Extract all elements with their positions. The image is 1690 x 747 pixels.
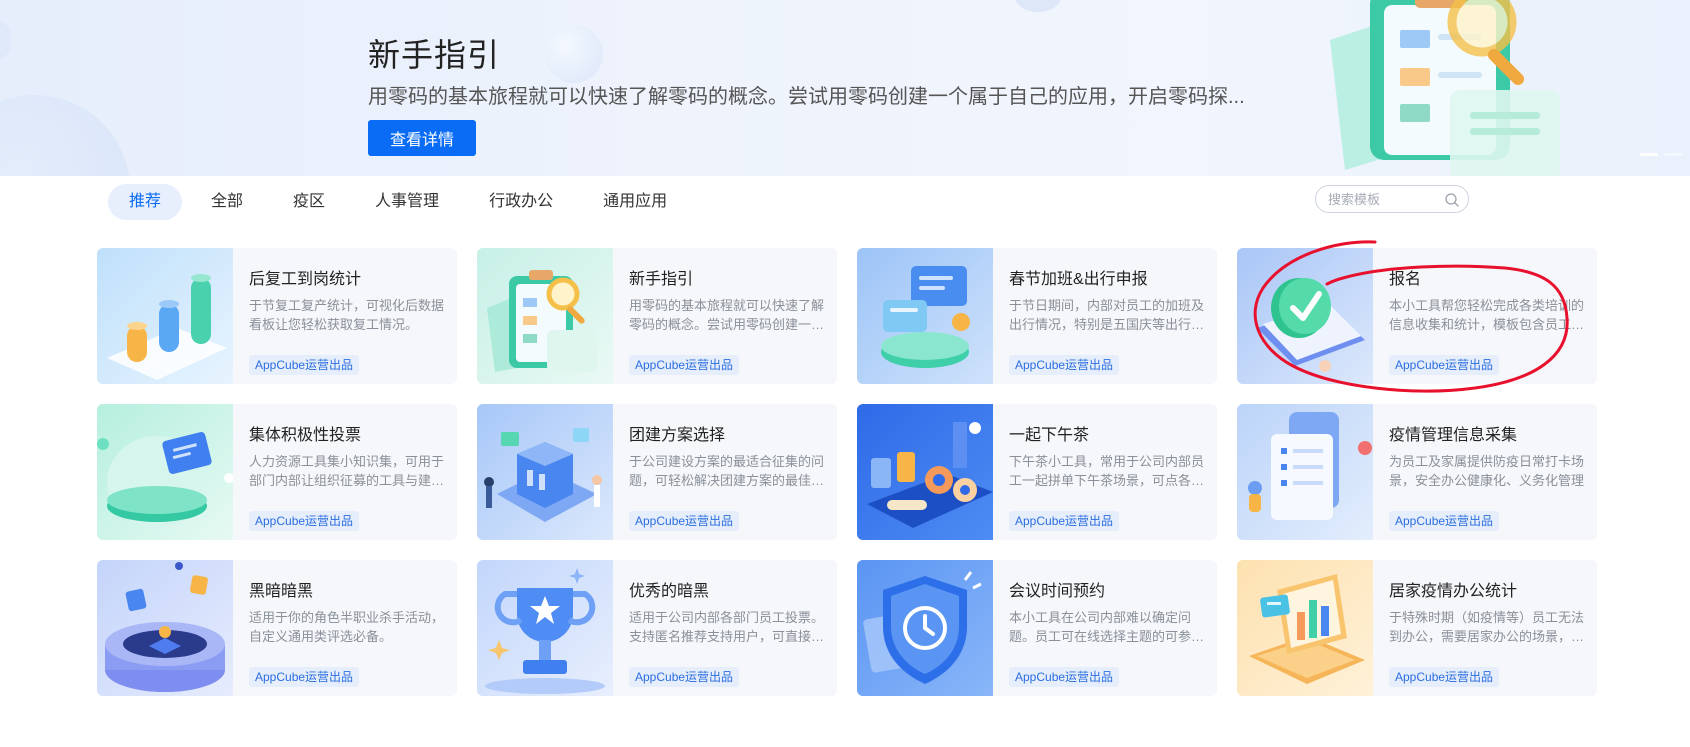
- template-card[interactable]: 报名 本小工具帮您轻松完成各类培训的信息收集和统计，模板包含员工信息 AppCu…: [1237, 248, 1597, 384]
- template-card[interactable]: 优秀的暗黑 适用于公司内部各部门员工投票。支持匿名推荐支持用户，可直接发起 Ap…: [477, 560, 837, 696]
- chat-bubbles-icon: [857, 248, 993, 384]
- card-description: 为员工及家属提供防疫日常打卡场景，安全办公健康化、义务化管理: [1389, 454, 1585, 488]
- view-details-button[interactable]: 查看详情: [368, 120, 476, 156]
- card-title: 优秀的暗黑: [629, 583, 710, 600]
- clipboard-magnifier-icon: [477, 248, 613, 384]
- category-tabs: 推荐 全部 疫区 人事管理 行政办公 通用应用: [108, 184, 688, 220]
- decorative-bubble: [0, 20, 12, 60]
- decorative-bubble: [0, 95, 130, 176]
- publisher-tag: AppCube运营出品: [629, 511, 740, 531]
- card-description: 人力资源工具集小知识集，可用于部门内部让组织征募的工具与建议收集: [249, 454, 445, 488]
- health-report-icon: [1237, 404, 1373, 540]
- shield-clock-icon: [857, 560, 993, 696]
- template-card[interactable]: 团建方案选择 于公司建设方案的最适合征集的问题，可轻松解决团建方案的最佳选择 A…: [477, 404, 837, 540]
- tab-general-apps[interactable]: 通用应用: [582, 184, 688, 220]
- card-title: 居家疫情办公统计: [1389, 583, 1518, 600]
- card-title: 黑暗暗黑: [249, 583, 314, 600]
- publisher-tag: AppCube运营出品: [1009, 511, 1120, 531]
- bar-chart-icon: [97, 248, 233, 384]
- hero-banner: 新手指引 用零码的基本旅程就可以快速了解零码的概念。尝试用零码创建一个属于自己的…: [0, 0, 1690, 176]
- publisher-tag: AppCube运营出品: [1009, 667, 1120, 687]
- tab-all[interactable]: 全部: [190, 184, 264, 220]
- template-card[interactable]: 后复工到岗统计 于节复工复产统计，可视化后数据看板让您轻松获取复工情况。 App…: [97, 248, 457, 384]
- team-building-icon: [477, 404, 613, 540]
- template-search: [1315, 185, 1469, 213]
- banner-description: 用零码的基本旅程就可以快速了解零码的概念。尝试用零码创建一个属于自己的应用，开启…: [368, 86, 1245, 108]
- card-title: 会议时间预约: [1009, 583, 1106, 600]
- publisher-tag: AppCube运营出品: [629, 355, 740, 375]
- publisher-tag: AppCube运营出品: [629, 667, 740, 687]
- publisher-tag: AppCube运营出品: [249, 667, 360, 687]
- template-card[interactable]: 居家疫情办公统计 于特殊时期（如疫情等）员工无法到办公，需要居家办公的场景，统计…: [1237, 560, 1597, 696]
- card-description: 于特殊时期（如疫情等）员工无法到办公，需要居家办公的场景，统计: [1389, 610, 1585, 644]
- search-icon[interactable]: [1444, 192, 1460, 208]
- card-description: 于节复工复产统计，可视化后数据看板让您轻松获取复工情况。: [249, 298, 445, 332]
- publisher-tag: AppCube运营出品: [1389, 511, 1500, 531]
- tab-hr[interactable]: 人事管理: [354, 184, 460, 220]
- card-title: 报名: [1389, 271, 1422, 288]
- card-title: 疫情管理信息采集: [1389, 427, 1518, 444]
- carousel-indicator[interactable]: [1640, 153, 1682, 156]
- card-title: 新手指引: [629, 271, 694, 288]
- template-card[interactable]: 新手指引 用零码的基本旅程就可以快速了解零码的概念。尝试用零码创建一个属于自己的…: [477, 248, 837, 384]
- card-description: 适用于你的角色半职业杀手活动，自定义通用类评选必备。: [249, 610, 445, 644]
- clipboard-magnifier-icon: [1330, 0, 1560, 176]
- tab-recommended[interactable]: 推荐: [108, 184, 183, 220]
- afternoon-tea-icon: [857, 404, 993, 540]
- card-description: 下午茶小工具，常用于公司内部员工一起拼单下午茶场景，可点各类茶点: [1009, 454, 1205, 488]
- card-title: 春节加班&出行申报: [1009, 271, 1148, 288]
- game-stage-icon: [97, 560, 233, 696]
- laptop-chart-icon: [1237, 560, 1373, 696]
- trophy-icon: [477, 560, 613, 696]
- ballot-card-icon: [97, 404, 233, 540]
- carousel-dot[interactable]: [1640, 153, 1658, 156]
- search-input[interactable]: [1328, 190, 1440, 208]
- card-title: 后复工到岗统计: [249, 271, 362, 288]
- card-description: 于公司建设方案的最适合征集的问题，可轻松解决团建方案的最佳选择: [629, 454, 825, 488]
- decorative-bubble: [1015, 0, 1061, 12]
- card-description: 本小工具在公司内部难以确定问题。员工可在线选择主题的可参加时间: [1009, 610, 1205, 644]
- template-card[interactable]: 春节加班&出行申报 于节日期间，内部对员工的加班及出行情况，特别是五国庆等出行情…: [857, 248, 1217, 384]
- template-card[interactable]: 一起下午茶 下午茶小工具，常用于公司内部员工一起拼单下午茶场景，可点各类茶点 A…: [857, 404, 1217, 540]
- checkmark-badge-icon: [1237, 248, 1373, 384]
- template-card[interactable]: 会议时间预约 本小工具在公司内部难以确定问题。员工可在线选择主题的可参加时间 A…: [857, 560, 1217, 696]
- card-description: 适用于公司内部各部门员工投票。支持匿名推荐支持用户，可直接发起: [629, 610, 825, 644]
- tab-admin-office[interactable]: 行政办公: [468, 184, 574, 220]
- publisher-tag: AppCube运营出品: [1009, 355, 1120, 375]
- card-description: 于节日期间，内部对员工的加班及出行情况，特别是五国庆等出行情况: [1009, 298, 1205, 332]
- card-title: 一起下午茶: [1009, 427, 1090, 444]
- publisher-tag: AppCube运营出品: [1389, 355, 1500, 375]
- template-card[interactable]: 黑暗暗黑 适用于你的角色半职业杀手活动，自定义通用类评选必备。 AppCube运…: [97, 560, 457, 696]
- publisher-tag: AppCube运营出品: [249, 511, 360, 531]
- card-title: 集体积极性投票: [249, 427, 362, 444]
- decorative-bubble: [545, 25, 603, 83]
- tab-epidemic[interactable]: 疫区: [272, 184, 346, 220]
- card-description: 用零码的基本旅程就可以快速了解零码的概念。尝试用零码创建一个属于自己的应用: [629, 298, 825, 332]
- template-card[interactable]: 疫情管理信息采集 为员工及家属提供防疫日常打卡场景，安全办公健康化、义务化管理 …: [1237, 404, 1597, 540]
- publisher-tag: AppCube运营出品: [1389, 667, 1500, 687]
- carousel-dot[interactable]: [1664, 153, 1682, 156]
- banner-title: 新手指引: [368, 37, 501, 73]
- card-description: 本小工具帮您轻松完成各类培训的信息收集和统计，模板包含员工信息: [1389, 298, 1585, 332]
- card-title: 团建方案选择: [629, 427, 726, 444]
- publisher-tag: AppCube运营出品: [249, 355, 360, 375]
- template-card[interactable]: 集体积极性投票 人力资源工具集小知识集，可用于部门内部让组织征募的工具与建议收集…: [97, 404, 457, 540]
